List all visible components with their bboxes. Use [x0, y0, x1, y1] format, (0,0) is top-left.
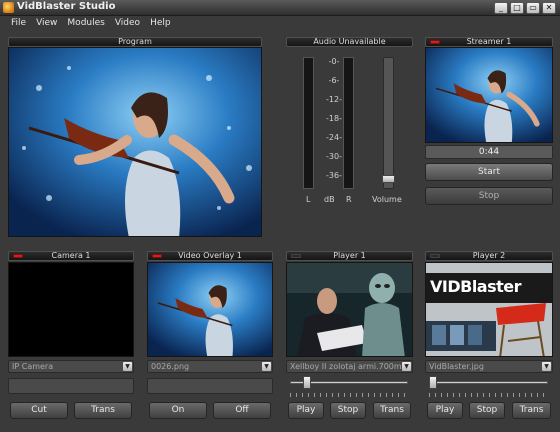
overlay-file-value: 0026.png: [151, 362, 190, 371]
on-button[interactable]: On: [149, 402, 207, 419]
menu-help[interactable]: Help: [145, 16, 176, 32]
overlay-preview[interactable]: [147, 262, 273, 357]
stream-time: 0:44: [425, 145, 553, 159]
player1-header: Player 1: [286, 251, 413, 261]
start-button[interactable]: Start: [425, 163, 553, 181]
audio-header: Audio Unavailable: [286, 37, 413, 47]
chevron-down-icon[interactable]: ▼: [123, 362, 132, 371]
player2-seek-ticks: [429, 393, 548, 397]
menu-video[interactable]: Video: [110, 16, 145, 32]
player1-title: Player 1: [333, 251, 366, 260]
player2-preview[interactable]: VIDBlaster: [425, 262, 553, 357]
vidblaster-logo-text: VIDBlaster: [430, 277, 522, 296]
db-mark: -30-: [326, 152, 342, 161]
camera-trans-button[interactable]: Trans: [74, 402, 132, 419]
movie-frame-image: [287, 263, 412, 356]
right-channel-label: R: [346, 195, 352, 204]
cut-button[interactable]: Cut: [10, 402, 68, 419]
audio-panel: -0- -6- -12- -18- -24- -30- -36- L dB R …: [286, 47, 413, 208]
player2-seek-track[interactable]: [429, 381, 548, 384]
restore-button[interactable]: □: [510, 2, 524, 14]
off-button[interactable]: Off: [213, 402, 271, 419]
db-label: dB: [324, 195, 335, 204]
menu-view[interactable]: View: [31, 16, 62, 32]
violinist-image: [9, 48, 261, 236]
db-mark: -12-: [326, 95, 342, 104]
player2-status-led: [430, 254, 440, 258]
left-channel-label: L: [306, 195, 311, 204]
player1-stop-button[interactable]: Stop: [330, 402, 366, 419]
player2-file-value: VidBlaster.jpg: [429, 362, 484, 371]
menu-bar: File View Modules Video Help: [0, 16, 560, 32]
overlay-title: Video Overlay 1: [178, 251, 242, 260]
db-mark: -0-: [328, 57, 340, 66]
app-logo-icon: [3, 2, 14, 13]
camera-url-field[interactable]: [8, 378, 134, 394]
camera-preview[interactable]: [8, 262, 134, 357]
camera-title: Camera 1: [51, 251, 91, 260]
camera-status-led: [13, 254, 23, 258]
volume-knob[interactable]: [382, 175, 395, 184]
menu-modules[interactable]: Modules: [62, 16, 109, 32]
program-header: Program: [8, 37, 262, 47]
player2-header: Player 2: [425, 251, 553, 261]
chevron-down-icon[interactable]: ▼: [402, 362, 411, 371]
violinist-image: [148, 263, 272, 356]
title-bar: VidBlaster Studio _ □ ▭ ✕: [0, 0, 560, 16]
player2-file-select[interactable]: VidBlaster.jpg ▼: [425, 360, 553, 373]
player1-file-value: Xellboy II zolotaj armi.700mg: [290, 362, 407, 371]
player2-play-button[interactable]: Play: [427, 402, 463, 419]
player2-seek-knob[interactable]: [429, 376, 437, 389]
overlay-text-field[interactable]: [147, 378, 273, 394]
streamer-header: Streamer 1: [425, 37, 553, 47]
player1-file-select[interactable]: Xellboy II zolotaj armi.700mg ▼: [286, 360, 413, 373]
player1-trans-button[interactable]: Trans: [373, 402, 411, 419]
program-title: Program: [118, 37, 152, 46]
chevron-down-icon[interactable]: ▼: [542, 362, 551, 371]
volume-label: Volume: [372, 195, 402, 204]
player2-title: Player 2: [472, 251, 506, 260]
maximize-button[interactable]: ▭: [526, 2, 540, 14]
player1-preview[interactable]: [286, 262, 413, 357]
close-button[interactable]: ✕: [542, 2, 556, 14]
camera-source-select[interactable]: IP Camera ▼: [8, 360, 134, 373]
overlay-file-select[interactable]: 0026.png ▼: [147, 360, 273, 373]
audio-title: Audio Unavailable: [313, 37, 386, 46]
db-mark: -18-: [326, 114, 342, 123]
menu-file[interactable]: File: [6, 16, 31, 32]
db-mark: -6-: [328, 76, 340, 85]
violinist-image: [426, 48, 552, 142]
camera-header: Camera 1: [8, 251, 134, 261]
window-title: VidBlaster Studio: [17, 1, 116, 12]
stop-stream-button[interactable]: Stop: [425, 187, 553, 205]
player2-trans-button[interactable]: Trans: [512, 402, 551, 419]
chevron-down-icon[interactable]: ▼: [262, 362, 271, 371]
volume-slider[interactable]: [382, 57, 395, 189]
player1-play-button[interactable]: Play: [288, 402, 324, 419]
player1-status-led: [291, 254, 301, 258]
program-preview[interactable]: [8, 47, 262, 237]
overlay-header: Video Overlay 1: [147, 251, 273, 261]
minimize-button[interactable]: _: [494, 2, 508, 14]
player1-seek-ticks: [290, 393, 408, 397]
db-mark: -24-: [326, 133, 342, 142]
overlay-status-led: [152, 254, 162, 258]
streamer-status-led: [430, 40, 440, 44]
player2-stop-button[interactable]: Stop: [469, 402, 505, 419]
camera-source-value: IP Camera: [12, 362, 54, 371]
streamer-preview: [425, 47, 553, 143]
player1-seek-knob[interactable]: [303, 376, 312, 389]
db-mark: -36-: [326, 171, 342, 180]
streamer-title: Streamer 1: [466, 37, 512, 46]
